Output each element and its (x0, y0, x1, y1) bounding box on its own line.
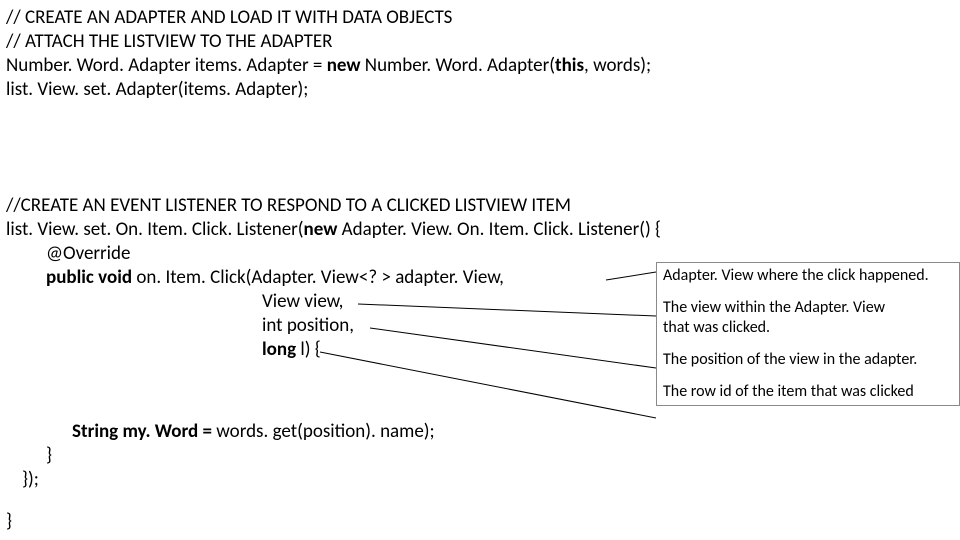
keyword-this: this (555, 54, 584, 77)
keyword-long: long (262, 338, 300, 361)
code-text: Number. Word. Adapter( (361, 54, 556, 77)
code-comment-1: // CREATE AN ADAPTER AND LOAD IT WITH DA… (6, 6, 452, 30)
code-line-override: @Override (46, 242, 130, 266)
code-line-myword: String my. Word = words. get(position). … (72, 420, 435, 444)
code-line-close1: } (46, 444, 52, 468)
annotation-rowid: The row id of the item that was clicked (663, 382, 953, 402)
annotation-box: Adapter. View where the click happened. … (656, 262, 960, 406)
keyword-publicvoid: public void (46, 266, 132, 289)
code-text: Adapter. View. On. Item. Click. Listener… (337, 218, 661, 241)
annotation-adapterview: Adapter. View where the click happened. (663, 266, 953, 286)
code-text: list. View. set. On. Item. Click. Listen… (6, 218, 304, 241)
code-line-param-position: int position, (262, 314, 354, 338)
keyword-new: new (327, 54, 361, 77)
code-text: , words); (584, 54, 651, 77)
code-line-close3: } (6, 510, 12, 534)
code-line-param-view: View view, (262, 290, 343, 314)
code-comment-2: // ATTACH THE LISTVIEW TO THE ADAPTER (6, 30, 333, 54)
code-line-onitemclick: public void on. Item. Click(Adapter. Vie… (46, 266, 504, 290)
annotation-view-line2: that was clicked. (663, 318, 953, 338)
annotation-view-line1: The view within the Adapter. View (663, 298, 953, 318)
code-line-setadapter: list. View. set. Adapter(items. Adapter)… (6, 78, 308, 102)
code-line-close2: }); (22, 468, 39, 492)
code-bold: String my. Word = (72, 420, 216, 443)
code-text: on. Item. Click(Adapter. View<? > adapte… (132, 266, 504, 289)
code-text: words. get(position). name); (216, 420, 434, 443)
code-line-adapter-decl: Number. Word. Adapter items. Adapter = n… (6, 54, 651, 78)
keyword-new: new (304, 218, 338, 241)
annotation-position: The position of the view in the adapter. (663, 350, 953, 370)
code-line-param-long: long l) { (262, 338, 321, 362)
code-text: Number. Word. Adapter items. Adapter = (6, 54, 327, 77)
code-comment-3: //CREATE AN EVENT LISTENER TO RESPOND TO… (6, 194, 571, 218)
code-text: l) { (300, 338, 320, 361)
code-line-listener: list. View. set. On. Item. Click. Listen… (6, 218, 661, 242)
